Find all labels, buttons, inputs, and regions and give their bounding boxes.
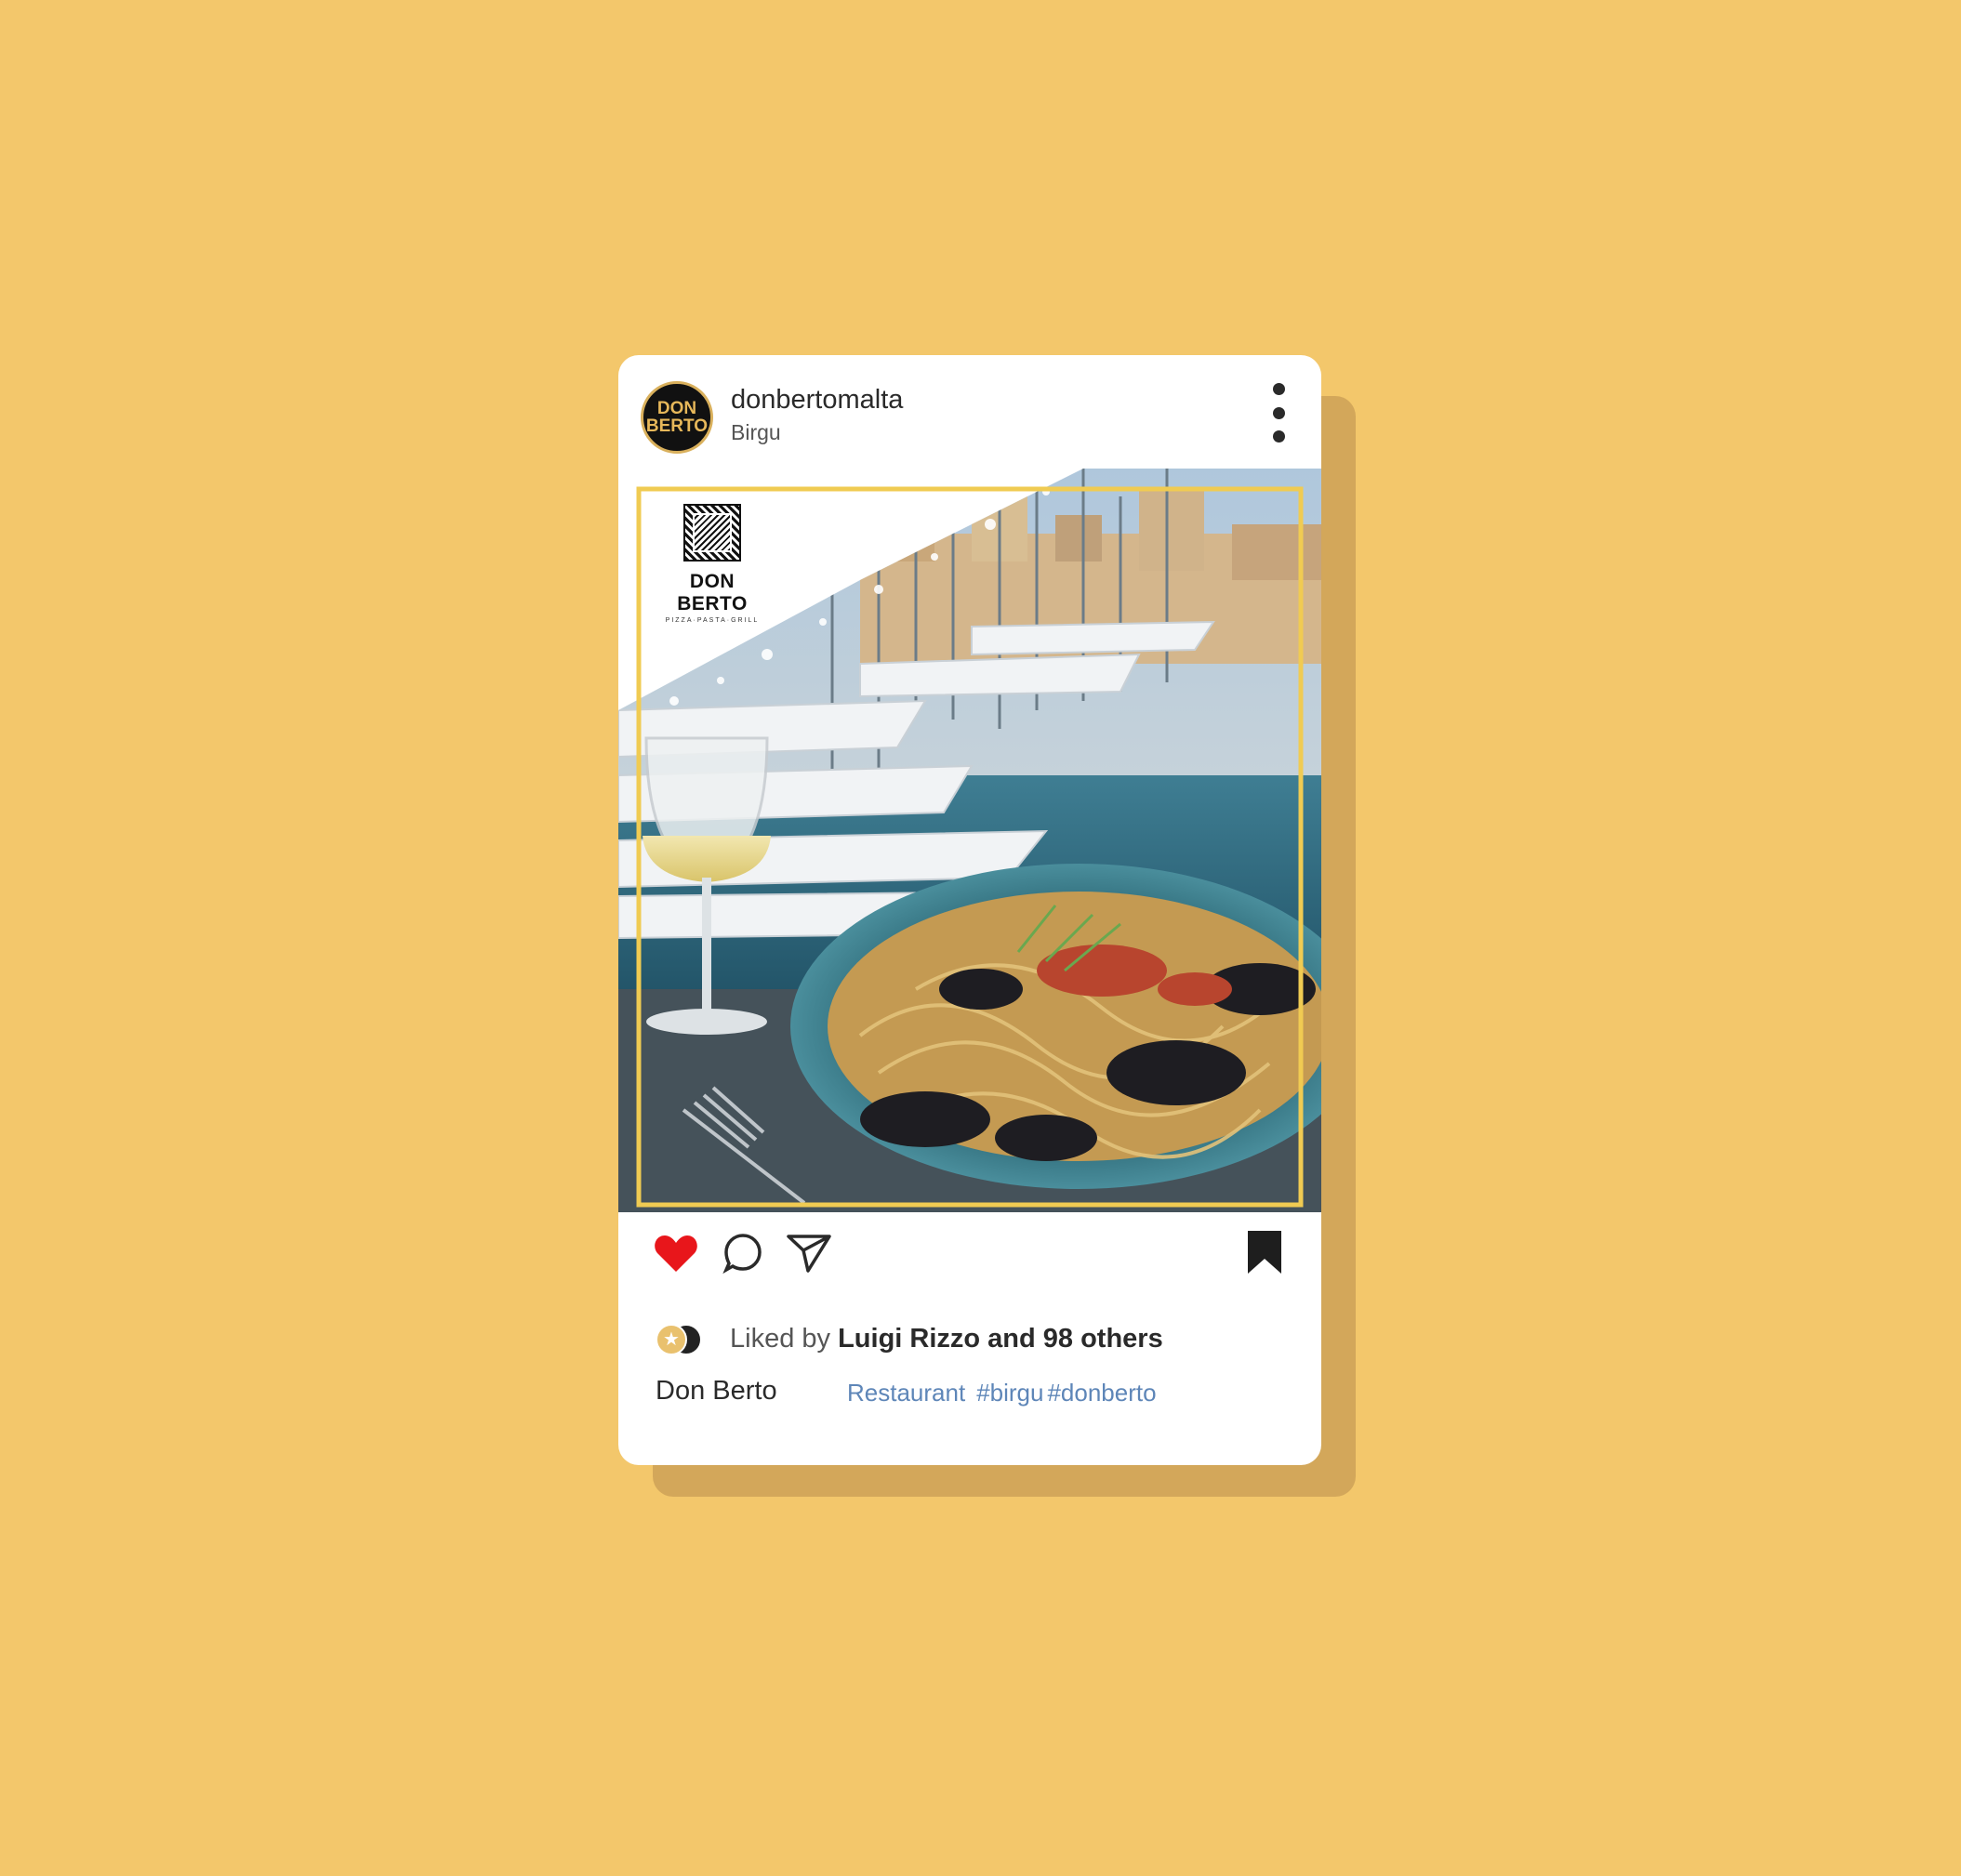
username[interactable]: donbertomalta (731, 385, 903, 416)
heart-icon[interactable] (654, 1233, 698, 1274)
caption-username[interactable]: Don Berto (656, 1376, 777, 1407)
caption-row: Don Berto Restaurant #birgu #donberto (656, 1376, 1297, 1413)
liker-avatars: ★ (656, 1324, 713, 1355)
likes-row: ★ Liked by Luigi Rizzo and 98 others (656, 1322, 1288, 1359)
qr-code (683, 504, 741, 561)
tag-birgu[interactable]: #birgu (976, 1379, 1043, 1407)
post-actions (618, 1212, 1321, 1305)
bookmark-icon[interactable] (1246, 1229, 1283, 1275)
brand-overlay-name: DON BERTO (677, 571, 748, 614)
location[interactable]: Birgu (731, 420, 781, 445)
tag-restaurant[interactable]: Restaurant (847, 1379, 965, 1407)
liked-by-text[interactable]: Liked by Luigi Rizzo and 98 others (730, 1324, 1163, 1354)
post-image[interactable]: DON BERTO PIZZA·PASTA·GRILL (618, 469, 1321, 1212)
liked-by-name[interactable]: Luigi Rizzo and 98 others (838, 1324, 1163, 1354)
brand-overlay-tagline: PIZZA·PASTA·GRILL (665, 617, 760, 624)
more-vertical-icon[interactable] (1269, 383, 1288, 443)
send-icon[interactable] (786, 1233, 832, 1274)
avatar[interactable]: DON BERTO (641, 381, 713, 454)
caption-tags: Restaurant #birgu #donberto (847, 1379, 1168, 1407)
star-icon: ★ (663, 1329, 680, 1350)
comment-icon[interactable] (722, 1233, 763, 1274)
tag-donberto[interactable]: #donberto (1047, 1379, 1156, 1407)
post-card: DON BERTO donbertomalta Birgu DON BERTO … (618, 355, 1321, 1465)
liked-by-prefix: Liked by (730, 1324, 831, 1354)
avatar-line-1: DON (656, 399, 697, 418)
avatar-line-2: BERTO (645, 416, 709, 436)
post-header: DON BERTO donbertomalta Birgu (618, 355, 1321, 469)
brand-overlay: DON BERTO PIZZA·PASTA·GRILL (652, 504, 773, 624)
